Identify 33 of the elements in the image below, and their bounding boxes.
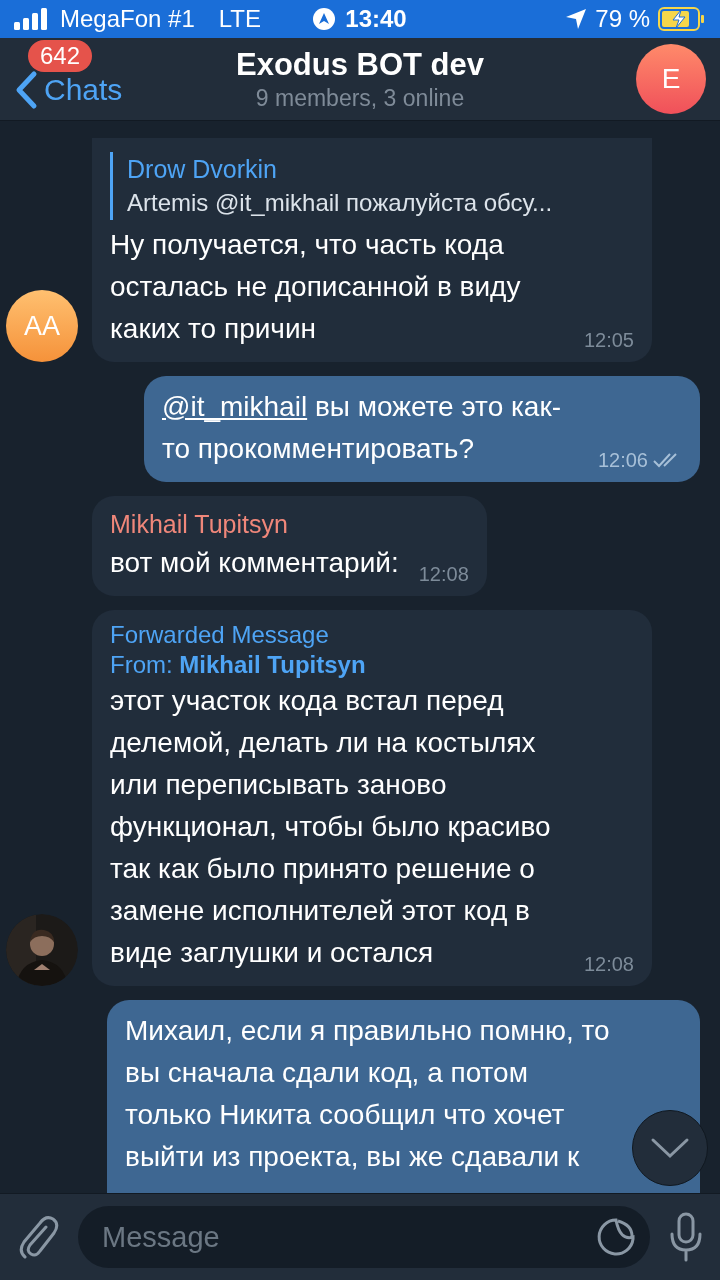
- sender-name[interactable]: Mikhail Tupitsyn: [110, 506, 469, 542]
- sticker-icon[interactable]: [596, 1217, 636, 1257]
- message-time: 12:06: [597, 448, 648, 472]
- location-arrow-icon: [565, 8, 588, 30]
- message-time: 12:08: [583, 952, 634, 976]
- chat-title[interactable]: Exodus BOT dev: [235, 46, 484, 83]
- reply-quote[interactable]: Drow Dvorkin Artemis @it_mikhail пожалуйста обсу...: [110, 152, 634, 220]
- carrier-name: MegaFon #1: [60, 5, 195, 33]
- reply-author: Drow Dvorkin: [127, 154, 279, 185]
- message-text: Ну получается, что часть кода осталась не дописанной в виду каких то причин: [110, 228, 522, 346]
- signal-icon: [14, 8, 50, 30]
- network-type: LTE: [218, 5, 261, 33]
- message-text: @it_mikhail вы можете это как-то прокомментировать?: [162, 390, 562, 466]
- navigation-icon: [313, 8, 336, 30]
- message-field[interactable]: Message: [78, 1206, 650, 1268]
- unread-badge: 642: [28, 40, 93, 72]
- message-text: Михаил, если я правильно помню, то вы сначала сдали код, а потом только Никита сообщил что хочет выйти из проекта, вы же сдавали к: [125, 1014, 611, 1174]
- battery-percentage: 79 %: [595, 5, 650, 33]
- chat-subtitle: 9 members, 3 online: [255, 84, 465, 112]
- battery-charging-icon: [658, 7, 706, 31]
- message-time: 12:05: [583, 328, 634, 352]
- mention-link[interactable]: @it_mikhail: [162, 391, 308, 422]
- clock: 13:40: [345, 5, 407, 33]
- reply-text: Artemis @it_mikhail пожалуйста обсу...: [127, 188, 554, 218]
- message-text: вот мой комментарий:: [110, 546, 399, 580]
- back-chevron-icon: [14, 70, 38, 110]
- forwarded-label: Forwarded Message: [110, 620, 330, 650]
- chevron-down-icon: [650, 1137, 690, 1159]
- group-avatar[interactable]: E: [636, 44, 706, 114]
- message-text: этот участок кода встал перед делемой, делать ли на костылях или переписывать заново функционал, чтобы было красиво так как было принято решение о замене исполнителей этот код в виде заглушки и остался: [110, 684, 552, 970]
- microphone-icon[interactable]: [668, 1212, 704, 1262]
- message-time: 12:08: [418, 562, 469, 586]
- forwarded-from[interactable]: From: Mikhail Tupitsyn: [110, 650, 634, 680]
